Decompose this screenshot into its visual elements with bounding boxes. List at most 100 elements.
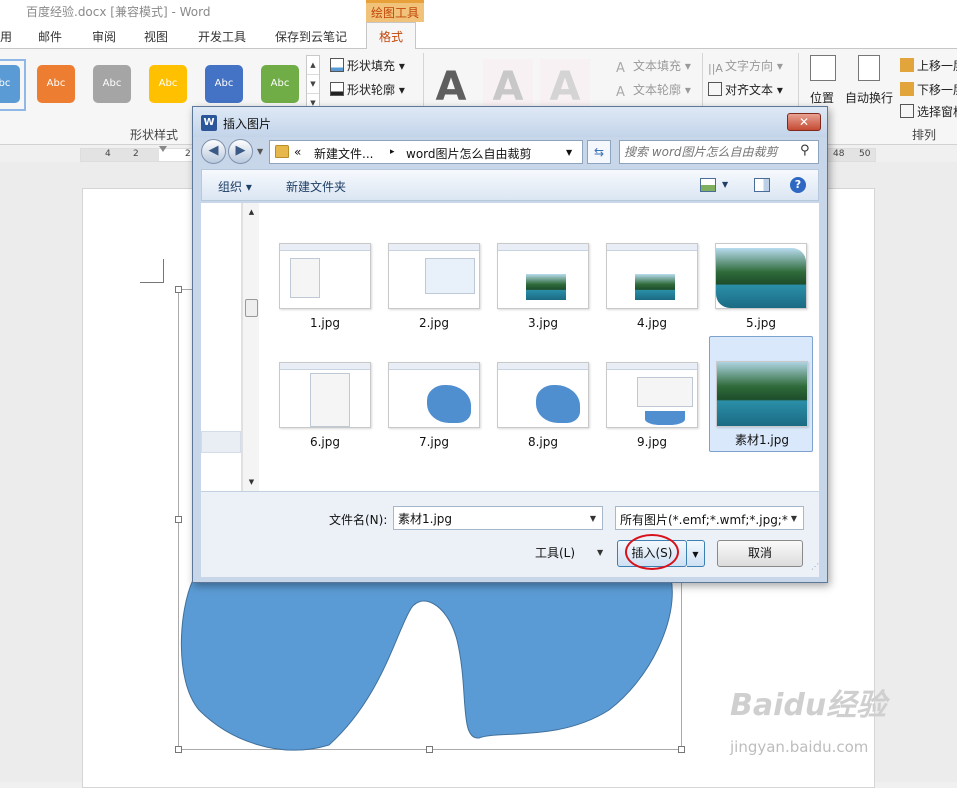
nav-pane-item[interactable] — [201, 431, 241, 453]
resize-handle-tl[interactable] — [175, 286, 182, 293]
gallery-up-icon[interactable]: ▲ — [307, 56, 319, 75]
send-backward-label: 下移一层 — [917, 83, 957, 97]
address-bar[interactable]: « 新建文件... ▸ word图片怎么自由裁剪 ▼ — [269, 140, 583, 164]
view-options-dropdown-icon[interactable]: ▼ — [722, 180, 728, 189]
file-item[interactable]: 1.jpg — [273, 217, 377, 333]
ruler-margin-left — [81, 149, 159, 161]
navigation-pane[interactable] — [201, 203, 242, 491]
address-dropdown-icon[interactable]: ▼ — [566, 148, 572, 157]
file-item[interactable]: 7.jpg — [382, 336, 486, 452]
resize-handle-ml[interactable] — [175, 516, 182, 523]
file-thumbnail — [279, 362, 371, 428]
search-icon[interactable]: ⚲ — [800, 143, 810, 158]
text-direction-button[interactable]: ||A 文字方向 ▾ — [708, 57, 783, 76]
align-text-button[interactable]: 对齐文本 ▾ — [708, 81, 783, 98]
resize-handle-bl[interactable] — [175, 746, 182, 753]
styles-gallery-scroll[interactable]: ▲ ▼ ▼ — [306, 55, 320, 113]
file-list: 1.jpg 2.jpg 3.jpg 4.jpg 5.jpg 6.jpg 7.jp… — [259, 203, 819, 491]
tab-view[interactable]: 视图 — [144, 28, 168, 45]
shape-outline-button[interactable]: 形状轮廓 ▾ — [330, 81, 405, 98]
tab-developer[interactable]: 开发工具 — [198, 28, 246, 45]
gallery-down-icon[interactable]: ▼ — [307, 75, 319, 94]
file-item[interactable]: 5.jpg — [709, 217, 813, 333]
tab-save-to-cloud-note[interactable]: 保存到云笔记 — [275, 28, 347, 45]
shape-style-blue[interactable]: Abc — [0, 65, 20, 103]
file-item[interactable]: 9.jpg — [600, 336, 704, 452]
forward-arrow-icon[interactable]: ▶ — [228, 139, 253, 164]
tab-review[interactable]: 审阅 — [92, 28, 116, 45]
recent-pages-dropdown-icon[interactable]: ▼ — [257, 147, 263, 156]
breadcrumb-overflow[interactable]: « — [294, 145, 301, 159]
tab-mailings[interactable]: 邮件 — [38, 28, 62, 45]
breadcrumb-new-folder[interactable]: 新建文件... — [314, 145, 373, 162]
tab-insert-partial[interactable]: 用 — [0, 28, 12, 45]
back-arrow-icon[interactable]: ◀ — [201, 139, 226, 164]
breadcrumb-separator-icon[interactable]: ▸ — [390, 147, 395, 157]
resize-grip-icon[interactable]: ⋰ — [811, 563, 821, 574]
text-outline-button[interactable]: A 文本轮廓 ▾ — [616, 81, 691, 100]
file-item[interactable]: 3.jpg — [491, 217, 595, 333]
file-name: 3.jpg — [527, 316, 559, 330]
file-item[interactable]: 8.jpg — [491, 336, 595, 452]
shape-style-green[interactable]: Abc — [261, 65, 299, 103]
resize-handle-br[interactable] — [678, 746, 685, 753]
search-box[interactable]: ⚲ — [619, 140, 819, 164]
file-type-filter[interactable]: 所有图片(*.emf;*.wmf;*.jpg;*.jp ▼ — [615, 506, 804, 530]
scroll-down-icon[interactable]: ▼ — [243, 475, 260, 489]
shape-fill-label: 形状填充 — [347, 59, 396, 73]
shape-style-orange[interactable]: Abc — [37, 65, 75, 103]
resize-handle-bc[interactable] — [426, 746, 433, 753]
indent-marker-icon[interactable] — [159, 146, 167, 164]
shape-style-gray[interactable]: Abc — [93, 65, 131, 103]
file-name: 2.jpg — [418, 316, 450, 330]
file-name: 9.jpg — [636, 435, 668, 449]
text-outline-icon: A — [616, 85, 625, 100]
refresh-icon[interactable]: ⇆ — [587, 140, 611, 164]
file-item[interactable]: 6.jpg — [273, 336, 377, 452]
bring-forward-button[interactable]: 上移一层 — [900, 57, 957, 74]
file-item[interactable]: 2.jpg — [382, 217, 486, 333]
pen-outline-icon — [330, 82, 344, 96]
wrap-text-label[interactable]: 自动换行 — [845, 89, 893, 106]
cancel-button[interactable]: 取消 — [717, 540, 803, 567]
new-folder-button[interactable]: 新建文件夹 — [286, 178, 346, 195]
shape-fill-button[interactable]: 形状填充 ▾ — [330, 57, 405, 74]
filename-input[interactable] — [398, 509, 578, 527]
scroll-thumb[interactable] — [245, 299, 258, 317]
text-fill-button[interactable]: A 文本填充 ▾ — [616, 57, 691, 76]
position-label[interactable]: 位置 — [810, 89, 834, 106]
filename-combobox[interactable]: ▼ — [393, 506, 603, 530]
file-thumbnail — [716, 361, 808, 427]
shape-style-gold[interactable]: Abc — [149, 65, 187, 103]
selection-pane-button[interactable]: 选择窗格 — [900, 103, 957, 120]
send-backward-button[interactable]: 下移一层 — [900, 81, 957, 98]
shape-style-dark-blue[interactable]: Abc — [205, 65, 243, 103]
tools-dropdown-icon[interactable]: ▼ — [597, 548, 603, 557]
breadcrumb-current-folder[interactable]: word图片怎么自由裁剪 — [406, 145, 532, 162]
nav-pane-scrollbar[interactable]: ▲ ▼ — [242, 203, 259, 491]
close-button[interactable]: ✕ — [787, 113, 821, 131]
file-thumbnail — [497, 243, 589, 309]
baidu-watermark: Baidu经验 — [730, 688, 887, 723]
view-options-icon[interactable] — [700, 178, 716, 192]
help-icon[interactable]: ? — [790, 177, 806, 193]
file-thumbnail — [715, 243, 807, 309]
organize-button[interactable]: 组织 ▾ — [218, 178, 252, 195]
filename-dropdown-icon[interactable]: ▼ — [590, 514, 596, 523]
scroll-up-icon[interactable]: ▲ — [243, 205, 260, 219]
dialog-titlebar[interactable]: W 插入图片 ✕ — [193, 107, 827, 137]
filter-dropdown-icon[interactable]: ▼ — [791, 514, 797, 523]
wrap-text-icon[interactable] — [858, 55, 880, 81]
address-row: ◀ ▶ ▼ « 新建文件... ▸ word图片怎么自由裁剪 ▼ ⇆ ⚲ — [201, 139, 819, 165]
tab-format[interactable]: 格式 — [366, 22, 417, 50]
ruler-number: 48 — [833, 149, 845, 159]
align-text-label: 对齐文本 — [725, 83, 774, 97]
preview-pane-icon[interactable] — [754, 178, 770, 192]
file-item-selected[interactable]: 素材1.jpg — [709, 336, 813, 452]
tools-button[interactable]: 工具(L) — [535, 544, 575, 561]
send-backward-icon — [900, 82, 914, 96]
insert-options-dropdown-icon[interactable]: ▼ — [687, 540, 705, 567]
file-item[interactable]: 4.jpg — [600, 217, 704, 333]
search-input[interactable] — [624, 143, 794, 161]
position-icon[interactable] — [810, 55, 836, 81]
